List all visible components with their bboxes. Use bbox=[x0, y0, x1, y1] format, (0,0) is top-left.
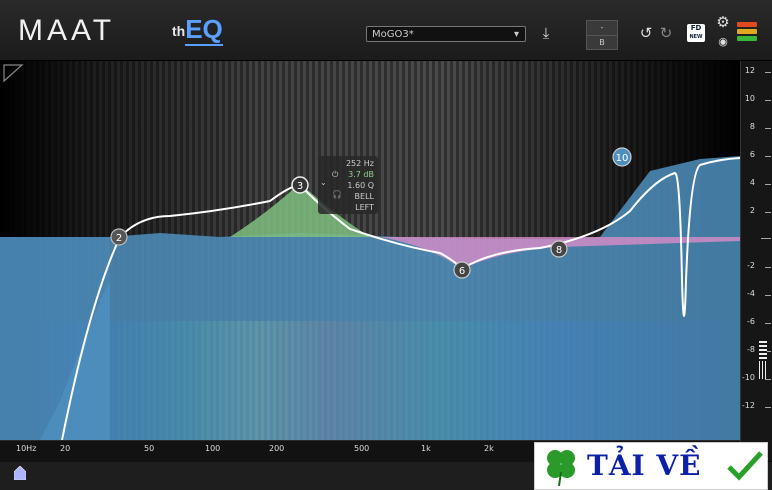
tooltip-type: BELL bbox=[354, 192, 374, 201]
top-toolbar: MAAT thEQ MoGO3* ▾ ⤓ - B ↺ ↻ FD NEW ⚙ ◉ bbox=[0, 0, 772, 61]
band-info-tooltip: 252 Hz 3.7 dB 1.60 Q BELL LEFT ⌄ ⏻ 🎧 bbox=[318, 156, 378, 214]
chevron-down-icon: ▾ bbox=[513, 29, 519, 40]
fd-label: FD bbox=[690, 24, 702, 32]
band-node-8[interactable]: 8 bbox=[550, 240, 568, 258]
freq-tick: 20 bbox=[60, 444, 71, 453]
db-tick: -6 bbox=[747, 317, 755, 326]
freq-tick: 500 bbox=[354, 444, 370, 453]
power-icon[interactable]: ⏻ bbox=[332, 170, 338, 180]
db-tick: -8 bbox=[747, 345, 755, 354]
scale-handle-icon[interactable] bbox=[759, 361, 767, 379]
preset-dropdown[interactable]: MoGO3* ▾ bbox=[366, 26, 526, 42]
preset-name: MoGO3* bbox=[372, 29, 414, 40]
gear-icon[interactable]: ⚙ bbox=[715, 14, 731, 30]
tooltip-gain: 3.7 dB bbox=[348, 170, 374, 179]
eq-graph[interactable]: 2 3 6 8 10 bbox=[0, 61, 740, 440]
band-node-10[interactable]: 10 bbox=[612, 147, 632, 167]
eq-display[interactable]: 2 3 6 8 10 252 Hz 3.7 dB 1.60 Q BELL LEF… bbox=[0, 61, 740, 440]
low-shelf-fill bbox=[0, 237, 110, 440]
db-tick: 2 bbox=[749, 206, 755, 215]
watermark-badge: TẢI VỀ bbox=[534, 442, 768, 490]
clover-icon bbox=[547, 450, 575, 487]
db-tick: 10 bbox=[744, 94, 755, 103]
level-meter-icon bbox=[737, 22, 757, 46]
band-node-6[interactable]: 6 bbox=[453, 261, 471, 279]
tooltip-channel: LEFT bbox=[355, 203, 374, 212]
band-label: 3 bbox=[297, 181, 303, 192]
db-tick: -12 bbox=[741, 401, 755, 410]
freq-tick: 50 bbox=[144, 444, 155, 453]
product-prefix: th bbox=[172, 23, 186, 40]
undo-icon[interactable]: ↺ bbox=[638, 25, 654, 41]
freq-tick: 100 bbox=[205, 444, 221, 453]
chevron-down-icon[interactable]: ⌄ bbox=[320, 178, 327, 187]
band-node-2[interactable]: 2 bbox=[110, 228, 128, 246]
ab-bottom-label: B bbox=[599, 38, 605, 47]
db-tick: -4 bbox=[747, 289, 755, 298]
db-tick: 8 bbox=[749, 122, 755, 131]
band-label: 2 bbox=[116, 233, 122, 244]
band-label: 10 bbox=[616, 153, 629, 164]
tooltip-q: 1.60 Q bbox=[347, 181, 374, 190]
db-scale: 12 10 8 6 4 2 -2 -4 -6 -8 -10 -12 bbox=[740, 61, 772, 461]
freq-tick: 2k bbox=[484, 444, 494, 453]
save-preset-icon[interactable]: ⤓ bbox=[538, 25, 554, 41]
band-label: 6 bbox=[459, 266, 465, 277]
db-tick: -10 bbox=[741, 373, 755, 382]
redo-icon[interactable]: ↻ bbox=[658, 25, 674, 41]
fd-sub-label: NEW bbox=[689, 34, 703, 40]
product-name: EQ bbox=[185, 14, 223, 46]
maat-logo: MAAT bbox=[18, 14, 116, 47]
db-tick: -2 bbox=[747, 261, 755, 270]
band-label: 8 bbox=[556, 245, 562, 256]
freq-tick: 1k bbox=[421, 444, 431, 453]
db-tick: 4 bbox=[749, 178, 755, 187]
watermark-text: TẢI VỀ bbox=[587, 449, 702, 482]
freq-tick: 10Hz bbox=[16, 444, 37, 453]
checkmark-icon bbox=[727, 451, 763, 481]
fd-new-button[interactable]: FD NEW bbox=[687, 24, 705, 42]
ab-top-label: - bbox=[587, 21, 617, 36]
range-slider-thumb[interactable] bbox=[14, 466, 26, 480]
eye-icon[interactable]: ◉ bbox=[715, 34, 731, 50]
db-tick: 6 bbox=[749, 150, 755, 159]
ab-compare[interactable]: - B bbox=[586, 20, 618, 50]
headphones-icon[interactable]: 🎧 bbox=[332, 190, 342, 199]
product-logo: thEQ bbox=[172, 14, 223, 46]
db-tick: 12 bbox=[744, 66, 755, 75]
tooltip-freq: 252 Hz bbox=[345, 159, 374, 168]
band-node-3[interactable]: 3 bbox=[291, 176, 309, 194]
freq-tick: 200 bbox=[269, 444, 285, 453]
